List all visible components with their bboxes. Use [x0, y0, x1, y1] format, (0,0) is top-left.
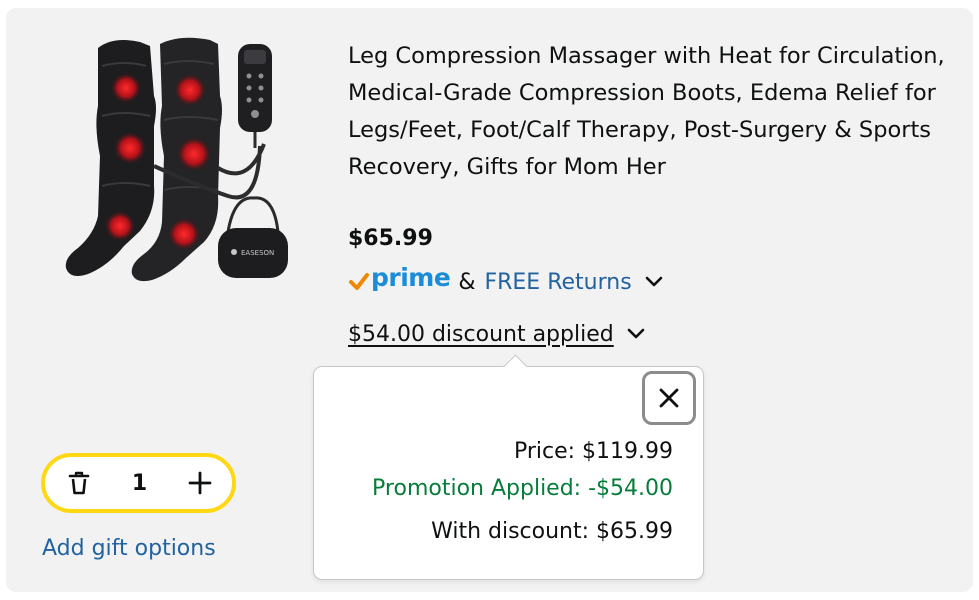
add-gift-options-link[interactable]: Add gift options — [42, 536, 216, 561]
close-icon — [659, 388, 679, 408]
prime-label: prime — [371, 263, 451, 292]
discount-row: $54.00 discount applied — [348, 316, 646, 352]
product-title[interactable]: Leg Compression Massager with Heat for C… — [348, 38, 948, 186]
discounted-price-line: With discount: $65.99 — [431, 519, 673, 544]
discount-popover: Price: $119.99 Promotion Applied: -$54.0… — [313, 354, 704, 580]
ampersand-text: & — [458, 269, 476, 295]
prime-logo: prime — [348, 263, 451, 297]
discount-applied-link[interactable]: $54.00 discount applied — [348, 322, 614, 347]
product-price: $65.99 — [348, 226, 433, 251]
promotion-applied-line: Promotion Applied: -$54.00 — [372, 476, 673, 501]
quantity-stepper: 1 — [41, 453, 236, 513]
prime-check-icon — [349, 273, 369, 290]
product-image[interactable]: EASESON — [58, 36, 318, 286]
chevron-down-icon[interactable] — [644, 275, 664, 289]
delete-button[interactable] — [67, 470, 91, 496]
original-price-line: Price: $119.99 — [513, 439, 673, 464]
svg-text:EASESON: EASESON — [241, 249, 274, 257]
quantity-value: 1 — [131, 470, 148, 496]
increment-button[interactable] — [188, 471, 212, 495]
trash-icon — [68, 471, 90, 495]
chevron-down-icon[interactable] — [626, 327, 646, 341]
plus-icon — [188, 471, 212, 495]
free-returns-link[interactable]: FREE Returns — [484, 270, 631, 295]
delivery-row: prime & FREE Returns — [348, 263, 664, 300]
close-button[interactable] — [642, 371, 696, 425]
